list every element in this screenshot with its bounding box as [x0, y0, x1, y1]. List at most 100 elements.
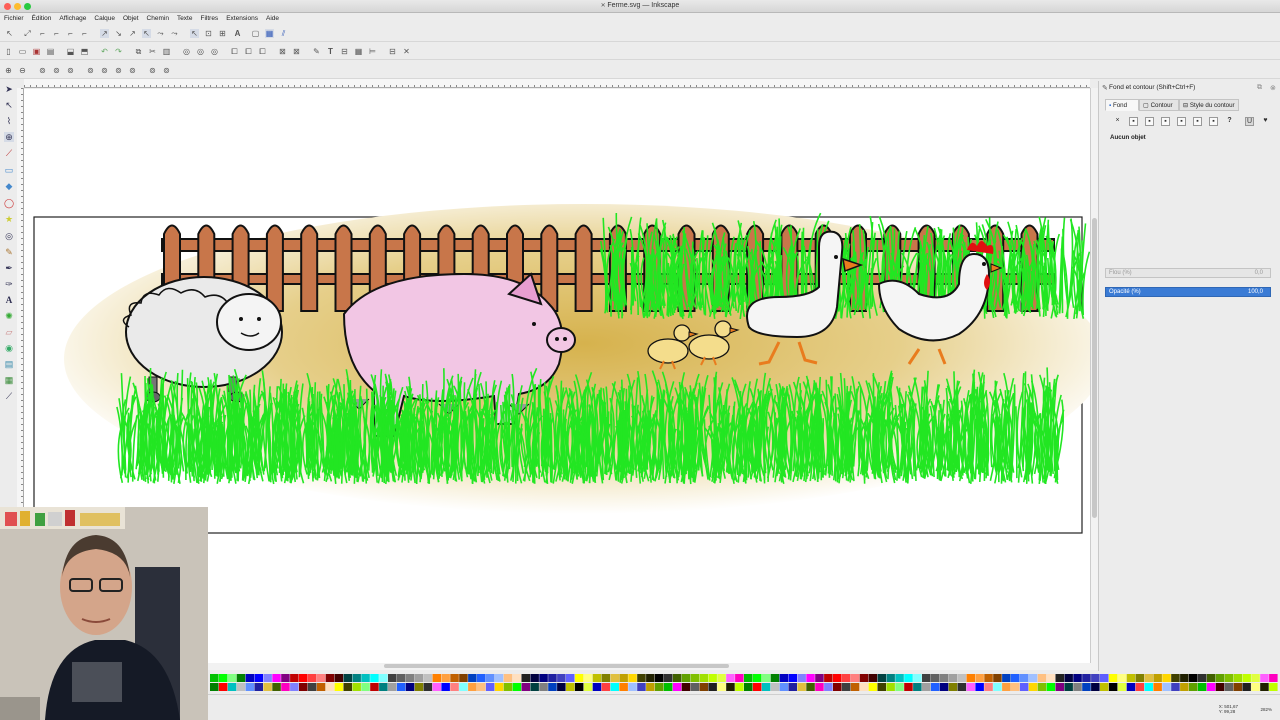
vertical-scroll-thumb[interactable] — [1092, 218, 1097, 518]
palette-swatch[interactable] — [1215, 674, 1225, 682]
palette-swatch[interactable] — [913, 683, 922, 691]
palette-swatch[interactable] — [334, 683, 344, 691]
palette-swatch[interactable] — [388, 683, 397, 691]
palette-swatch[interactable] — [610, 683, 620, 691]
palette-swatch[interactable] — [628, 683, 637, 691]
print-icon[interactable]: ▤ — [46, 47, 55, 56]
fill-rule-nonzero-button[interactable]: ♥ — [1261, 117, 1270, 126]
palette-swatch[interactable] — [646, 674, 655, 682]
palette-swatch[interactable] — [307, 674, 317, 682]
palette-swatch[interactable] — [1108, 683, 1118, 691]
rect-tool-icon[interactable]: ▭ — [4, 165, 14, 175]
palette-swatch[interactable] — [1135, 683, 1145, 691]
palette-swatch[interactable] — [388, 674, 397, 682]
palette-swatch[interactable] — [984, 674, 993, 682]
palette-swatch[interactable] — [859, 683, 869, 691]
palette-swatch[interactable] — [1153, 683, 1162, 691]
palette-swatch[interactable] — [299, 683, 308, 691]
zoom-page-icon[interactable]: ◎ — [210, 47, 219, 56]
palette-swatch[interactable] — [1242, 683, 1251, 691]
zoom-prev-icon[interactable]: ⊚ — [128, 66, 137, 75]
duplicate-icon[interactable]: ⧠ — [230, 47, 239, 56]
palette-swatch[interactable] — [610, 674, 620, 682]
palette-swatch[interactable] — [414, 674, 424, 682]
palette-swatch[interactable] — [824, 674, 833, 682]
palette-swatch[interactable] — [548, 683, 557, 691]
pen-tool-icon[interactable]: ✒ — [4, 263, 14, 273]
palette-swatch[interactable] — [485, 683, 495, 691]
palette-swatch[interactable] — [744, 674, 753, 682]
palette-swatch[interactable] — [806, 674, 815, 682]
snap-icon[interactable]: ⤳ — [170, 29, 179, 38]
horizontal-scrollbar[interactable] — [208, 663, 1098, 670]
palette-swatch[interactable] — [672, 683, 682, 691]
palette-swatch[interactable] — [325, 674, 335, 682]
palette-swatch[interactable] — [1242, 674, 1251, 682]
palette-swatch[interactable] — [281, 674, 290, 682]
palette-swatch[interactable] — [236, 674, 246, 682]
palette-swatch[interactable] — [708, 683, 717, 691]
palette-swatch[interactable] — [939, 683, 949, 691]
palette-swatch[interactable] — [1073, 683, 1082, 691]
menu-chemin[interactable]: Chemin — [143, 13, 173, 24]
palette-swatch[interactable] — [441, 674, 450, 682]
spray-tool-icon[interactable]: ✺ — [4, 311, 14, 321]
dock-close-icon[interactable]: ⊗ — [1270, 84, 1276, 92]
palette-swatch[interactable] — [1189, 674, 1198, 682]
palette-swatch[interactable] — [1233, 683, 1243, 691]
pattern-button[interactable]: ▪ — [1193, 117, 1202, 126]
palette-swatch[interactable] — [503, 683, 513, 691]
palette-swatch[interactable] — [1224, 683, 1234, 691]
palette-swatch[interactable] — [423, 674, 433, 682]
palette-swatches[interactable] — [208, 671, 1280, 694]
horizontal-ruler[interactable] — [24, 79, 1090, 88]
zoom-selection-icon[interactable]: ◎ — [182, 47, 191, 56]
palette-swatch[interactable] — [281, 683, 290, 691]
palette-swatch[interactable] — [1206, 674, 1216, 682]
palette-swatch[interactable] — [708, 674, 717, 682]
palette-swatch[interactable] — [583, 674, 593, 682]
palette-swatch[interactable] — [619, 674, 628, 682]
palette-swatch[interactable] — [503, 674, 513, 682]
palette-swatch[interactable] — [227, 683, 237, 691]
palette-swatch[interactable] — [797, 683, 806, 691]
snap-icon[interactable]: ↗ — [100, 29, 109, 38]
palette-swatch[interactable] — [1011, 674, 1020, 682]
grid-icon[interactable]: ▦ — [265, 29, 274, 38]
palette-swatch[interactable] — [1055, 674, 1065, 682]
palette-swatch[interactable] — [735, 674, 744, 682]
blur-slider[interactable]: Flou (%) 0,0 — [1105, 268, 1271, 278]
palette-swatch[interactable] — [1091, 674, 1100, 682]
palette-swatch[interactable] — [263, 674, 272, 682]
palette-swatch[interactable] — [405, 683, 415, 691]
tab-fond[interactable]: ▪ Fond — [1105, 99, 1139, 111]
palette-swatch[interactable] — [512, 674, 522, 682]
palette-swatch[interactable] — [895, 683, 904, 691]
zoom-1-icon[interactable]: ⊚ — [38, 66, 47, 75]
palette-swatch[interactable] — [210, 674, 219, 682]
palette-swatch[interactable] — [254, 674, 264, 682]
palette-swatch[interactable] — [361, 683, 370, 691]
palette-swatch[interactable] — [735, 683, 744, 691]
palette-swatch[interactable] — [450, 683, 459, 691]
save-icon[interactable]: ▣ — [32, 47, 41, 56]
palette-swatch[interactable] — [477, 683, 486, 691]
eraser-tool-icon[interactable]: ▱ — [4, 327, 14, 337]
palette-swatch[interactable] — [290, 674, 299, 682]
fill-stroke-icon[interactable]: ✎ — [312, 47, 321, 56]
bucket-tool-icon[interactable]: ◉ — [4, 343, 14, 353]
palette-swatch[interactable] — [1189, 683, 1198, 691]
horizontal-scroll-thumb[interactable] — [384, 664, 729, 668]
zoom-next-icon[interactable]: ⊚ — [148, 66, 157, 75]
palette-swatch[interactable] — [1011, 683, 1020, 691]
palette-swatch[interactable] — [210, 683, 219, 691]
palette-swatch[interactable] — [352, 674, 361, 682]
palette-swatch[interactable] — [370, 683, 379, 691]
palette-swatch[interactable] — [1251, 674, 1260, 682]
palette-swatch[interactable] — [450, 674, 459, 682]
palette-swatch[interactable] — [1117, 683, 1127, 691]
star-tool-icon[interactable]: ★ — [4, 214, 14, 224]
palette-swatch[interactable] — [1046, 683, 1056, 691]
menu-filtres[interactable]: Filtres — [196, 13, 222, 24]
palette-swatch[interactable] — [521, 674, 531, 682]
